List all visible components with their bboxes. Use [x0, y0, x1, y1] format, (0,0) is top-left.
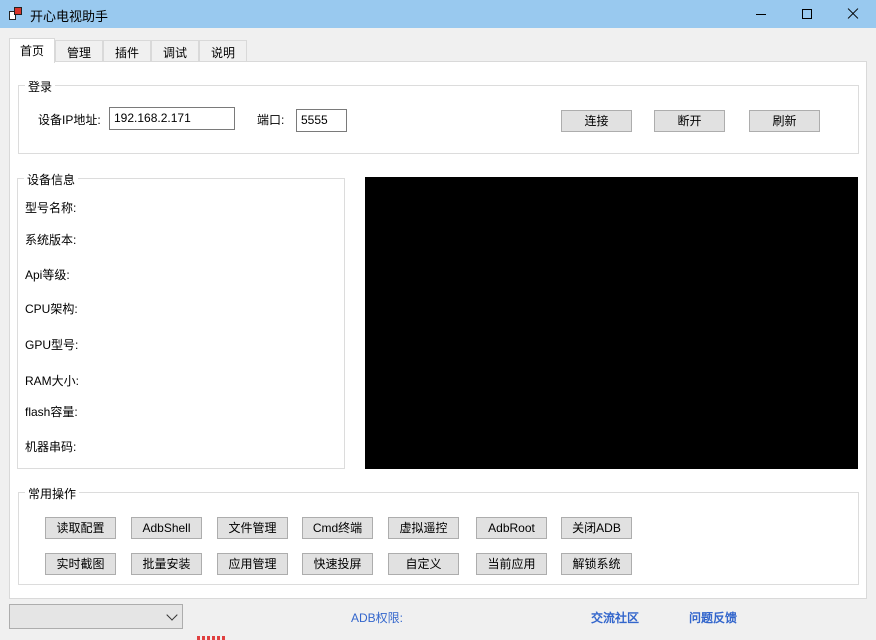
tab-home[interactable]: 首页: [9, 38, 55, 63]
app-logo-icon: [9, 7, 23, 21]
cmd-terminal-button[interactable]: Cmd终端: [302, 517, 373, 539]
port-label: 端口:: [257, 113, 285, 127]
ip-input[interactable]: 192.168.2.171: [109, 107, 235, 130]
close-adb-button[interactable]: 关闭ADB: [561, 517, 632, 539]
tab-help[interactable]: 说明: [199, 40, 247, 62]
refresh-button[interactable]: 刷新: [749, 110, 820, 132]
ram-size-label: RAM大小:: [25, 374, 80, 388]
tab-debug[interactable]: 调试: [151, 40, 199, 62]
login-group: 登录 设备IP地址: 192.168.2.171 端口: 5555 连接 断开 …: [18, 78, 859, 154]
custom-button[interactable]: 自定义: [388, 553, 459, 575]
connect-button[interactable]: 连接: [561, 110, 632, 132]
port-input[interactable]: 5555: [296, 109, 347, 132]
model-name-label: 型号名称:: [25, 201, 77, 215]
tab-manage[interactable]: 管理: [55, 40, 103, 62]
title-bar: 开心电视助手: [0, 0, 876, 28]
minimize-icon: [756, 13, 766, 15]
api-level-label: Api等级:: [25, 268, 70, 282]
file-manager-button[interactable]: 文件管理: [217, 517, 288, 539]
app-manager-button[interactable]: 应用管理: [217, 553, 288, 575]
current-app-button[interactable]: 当前应用: [476, 553, 547, 575]
taskbar-fragment: [197, 636, 225, 640]
tab-plugins[interactable]: 插件: [103, 40, 151, 62]
ip-label: 设备IP地址:: [38, 113, 101, 127]
home-tab-panel: 登录 设备IP地址: 192.168.2.171 端口: 5555 连接 断开 …: [9, 61, 867, 599]
chevron-down-icon: [166, 609, 178, 621]
minimize-button[interactable]: [738, 0, 784, 28]
virtual-remote-button[interactable]: 虚拟遥控: [388, 517, 459, 539]
disconnect-button[interactable]: 断开: [654, 110, 725, 132]
unlock-system-button[interactable]: 解锁系统: [561, 553, 632, 575]
device-select[interactable]: [9, 604, 183, 629]
common-ops-legend: 常用操作: [25, 485, 80, 502]
adb-permission-label: ADB权限:: [351, 611, 404, 625]
login-legend: 登录: [25, 78, 56, 95]
feedback-link[interactable]: 问题反馈: [689, 609, 737, 626]
read-config-button[interactable]: 读取配置: [45, 517, 116, 539]
cpu-arch-label: CPU架构:: [25, 302, 78, 316]
adb-shell-button[interactable]: AdbShell: [131, 517, 202, 539]
device-info-legend: 设备信息: [24, 171, 79, 188]
adb-root-button[interactable]: AdbRoot: [476, 517, 547, 539]
window-title: 开心电视助手: [30, 9, 109, 24]
common-ops-group: 常用操作 读取配置 AdbShell 文件管理 Cmd终端 虚拟遥控 AdbRo…: [18, 485, 859, 585]
serial-number-label: 机器串码:: [25, 440, 77, 454]
maximize-button[interactable]: [784, 0, 830, 28]
gpu-model-label: GPU型号:: [25, 338, 79, 352]
batch-install-button[interactable]: 批量安装: [131, 553, 202, 575]
maximize-icon: [802, 9, 812, 19]
live-screenshot-button[interactable]: 实时截图: [45, 553, 116, 575]
system-version-label: 系统版本:: [25, 233, 77, 247]
close-button[interactable]: [830, 0, 876, 28]
community-link[interactable]: 交流社区: [591, 609, 639, 626]
screen-preview[interactable]: [365, 177, 858, 469]
close-icon: [847, 8, 859, 20]
flash-capacity-label: flash容量:: [25, 405, 78, 419]
quick-cast-button[interactable]: 快速投屏: [302, 553, 373, 575]
device-info-group: 设备信息 型号名称: 系统版本: Api等级: CPU架构: GPU型号: RA…: [17, 171, 345, 469]
